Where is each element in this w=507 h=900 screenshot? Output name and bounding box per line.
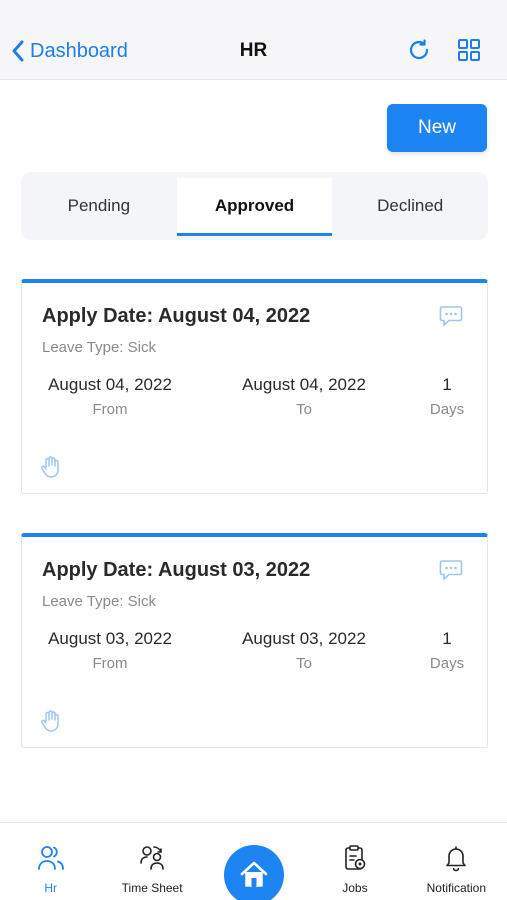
to-column: August 04, 2022 To — [236, 375, 372, 418]
leave-type: Leave Type: Sick — [42, 593, 156, 610]
grid-icon — [458, 39, 480, 61]
tabbar-item-time-sheet[interactable]: Time Sheet — [101, 823, 202, 900]
tabbar-label: Notification — [426, 881, 487, 895]
to-date: August 04, 2022 — [242, 375, 366, 394]
hand-icon[interactable] — [40, 455, 62, 484]
tab-pending[interactable]: Pending — [21, 172, 177, 240]
home-icon — [240, 861, 268, 887]
days-count: 1 — [442, 375, 452, 394]
status-tabs: Pending Approved Declined — [21, 172, 488, 240]
tabbar-label: Jobs — [342, 881, 368, 895]
new-button[interactable]: New — [387, 104, 487, 152]
days-column: 1 Days — [425, 375, 469, 418]
from-column: August 03, 2022 From — [42, 629, 178, 672]
refresh-icon — [409, 39, 429, 60]
home-button[interactable] — [224, 845, 284, 900]
days-count: 1 — [442, 629, 452, 648]
apply-date: Apply Date: August 03, 2022 — [42, 559, 311, 581]
bottom-tab-bar: Hr Time Sheet Jobs Notification — [0, 822, 507, 900]
grid-menu-button[interactable] — [457, 38, 481, 62]
tab-declined[interactable]: Declined — [332, 172, 488, 240]
apply-date: Apply Date: August 04, 2022 — [42, 305, 311, 327]
chat-icon[interactable] — [439, 559, 463, 586]
status-bar — [0, 0, 507, 22]
clipboard-icon — [341, 844, 369, 875]
to-label: To — [296, 655, 312, 672]
bell-icon — [442, 844, 470, 875]
to-label: To — [296, 401, 312, 418]
tabbar-item-jobs[interactable]: Jobs — [304, 823, 405, 900]
leave-type: Leave Type: Sick — [42, 339, 156, 356]
hand-icon[interactable] — [40, 709, 62, 738]
refresh-button[interactable] — [407, 38, 431, 62]
tabbar-label: Hr — [44, 881, 58, 895]
leave-card[interactable]: Apply Date: August 04, 2022 Leave Type: … — [21, 279, 488, 494]
days-label: Days — [429, 401, 465, 418]
leave-card[interactable]: Apply Date: August 03, 2022 Leave Type: … — [21, 533, 488, 748]
tabbar-label: Time Sheet — [121, 881, 183, 895]
people-icon — [37, 844, 65, 875]
timesheet-icon — [138, 844, 166, 875]
chat-icon[interactable] — [439, 305, 463, 332]
days-column: 1 Days — [425, 629, 469, 672]
from-label: From — [92, 655, 128, 672]
from-date: August 03, 2022 — [48, 629, 172, 648]
from-label: From — [92, 401, 128, 418]
tabbar-item-hr[interactable]: Hr — [0, 823, 101, 900]
from-date: August 04, 2022 — [48, 375, 172, 394]
tab-approved[interactable]: Approved — [176, 178, 333, 236]
from-column: August 04, 2022 From — [42, 375, 178, 418]
tabbar-item-notification[interactable]: Notification — [406, 823, 507, 900]
navigation-bar: Dashboard HR — [0, 22, 507, 80]
to-column: August 03, 2022 To — [236, 629, 372, 672]
to-date: August 03, 2022 — [242, 629, 366, 648]
days-label: Days — [429, 655, 465, 672]
